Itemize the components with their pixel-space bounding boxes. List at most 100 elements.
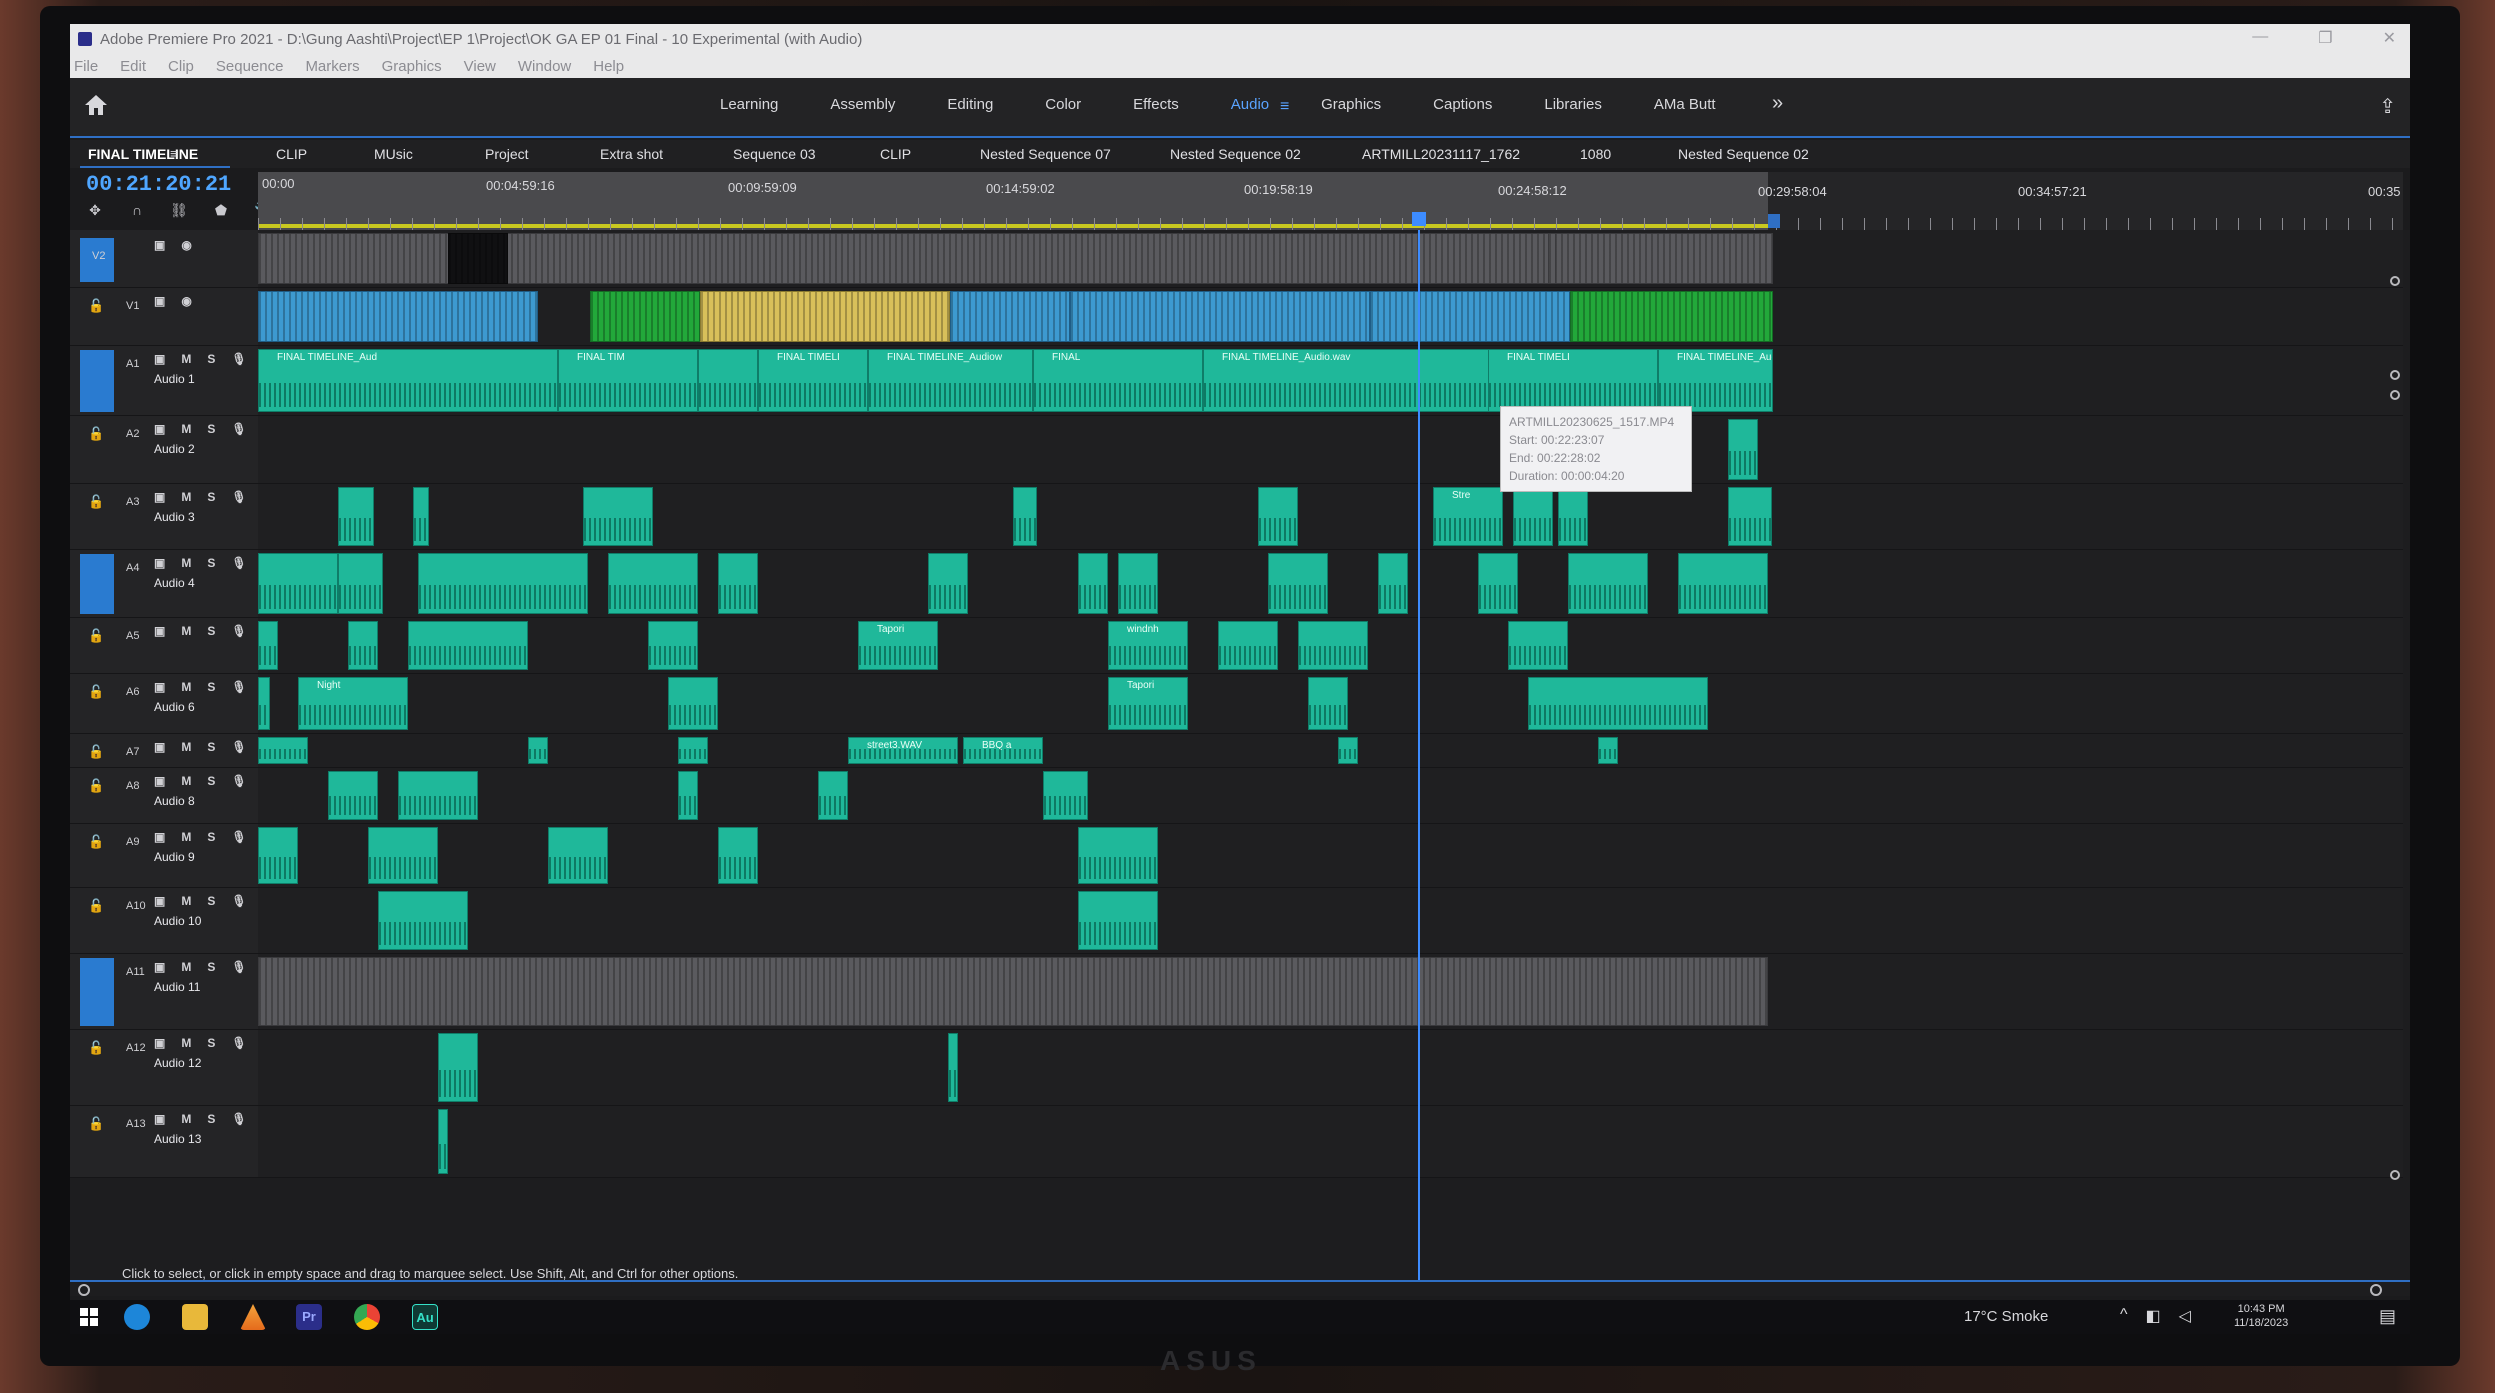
audio-clip[interactable] bbox=[1078, 553, 1108, 614]
add-marker-icon[interactable]: ⬟ bbox=[212, 202, 230, 218]
lock-icon[interactable]: 🔓 bbox=[88, 1116, 104, 1132]
audio-clip[interactable] bbox=[1298, 621, 1368, 670]
audio-clip[interactable] bbox=[1338, 737, 1358, 764]
seq-tab-menu-icon[interactable]: ≡ bbox=[170, 146, 178, 161]
track-lane-a10[interactable] bbox=[258, 888, 2403, 954]
track-header-a11[interactable]: 🔓A11▣MS🎙Audio 11 bbox=[70, 954, 258, 1030]
audio-clip[interactable] bbox=[678, 737, 708, 764]
video-clip[interactable] bbox=[1370, 291, 1570, 342]
video-clip[interactable] bbox=[258, 291, 538, 342]
lock-icon[interactable]: 🔓 bbox=[88, 684, 104, 700]
audio-clip[interactable] bbox=[368, 827, 438, 884]
scroll-knob[interactable] bbox=[2390, 276, 2400, 286]
audio-clip[interactable] bbox=[928, 553, 968, 614]
scroll-knob[interactable] bbox=[2390, 370, 2400, 380]
lock-icon[interactable]: 🔓 bbox=[88, 628, 104, 644]
audio-clip[interactable] bbox=[258, 621, 278, 670]
audio-clip[interactable] bbox=[648, 621, 698, 670]
seq-tab-music[interactable]: MUsic bbox=[374, 146, 413, 162]
toggle-sync-icon[interactable]: ▣ bbox=[154, 556, 165, 570]
track-lane-v2[interactable] bbox=[258, 230, 2403, 288]
microphone-icon[interactable]: 🎙 bbox=[231, 556, 246, 570]
toggle-sync-icon[interactable]: ▣ bbox=[154, 422, 165, 436]
track-lane-a7[interactable]: street3.WAV BBQ a bbox=[258, 734, 2403, 768]
track-lane-a11[interactable] bbox=[258, 954, 2403, 1030]
audio-clip[interactable]: BBQ a bbox=[963, 737, 1043, 764]
track-header-a1[interactable]: 🔓A1▣MS🎙Audio 1 bbox=[70, 346, 258, 416]
audio-clip[interactable]: Tapori bbox=[858, 621, 938, 670]
toggle-sync-icon[interactable]: ▣ bbox=[154, 1112, 165, 1126]
workspace-tab-effects[interactable]: Effects bbox=[1133, 96, 1179, 113]
audio-clip[interactable] bbox=[338, 553, 383, 614]
audio-clip[interactable] bbox=[258, 737, 308, 764]
seq-tab-project[interactable]: Project bbox=[485, 146, 529, 162]
solo-button[interactable]: S bbox=[207, 1112, 215, 1126]
audio-clip[interactable] bbox=[718, 553, 758, 614]
track-lane-v1[interactable] bbox=[258, 288, 2403, 346]
mute-button[interactable]: M bbox=[181, 556, 191, 570]
track-header-v2[interactable]: 🔓 V2 ▣ ◉ bbox=[70, 230, 258, 288]
audio-clip[interactable] bbox=[258, 677, 270, 730]
track-lane-a4[interactable] bbox=[258, 550, 2403, 618]
audio-clip[interactable]: Stre bbox=[1433, 487, 1503, 546]
microphone-icon[interactable]: 🎙 bbox=[231, 740, 246, 754]
mute-button[interactable]: M bbox=[181, 422, 191, 436]
track-header-a3[interactable]: 🔓 A3 ▣ M S 🎙 Audio 3 bbox=[70, 484, 258, 550]
audio-clip[interactable] bbox=[1513, 487, 1553, 546]
menu-clip[interactable]: Clip bbox=[168, 58, 194, 75]
solo-button[interactable]: S bbox=[207, 774, 215, 788]
microphone-icon[interactable]: 🎙 bbox=[231, 624, 246, 638]
menu-graphics[interactable]: Graphics bbox=[382, 58, 442, 75]
audio-clip[interactable] bbox=[1508, 621, 1568, 670]
scroll-knob[interactable] bbox=[2390, 1170, 2400, 1180]
solo-button[interactable]: S bbox=[207, 422, 215, 436]
audio-clip[interactable]: Night bbox=[298, 677, 408, 730]
seq-tab-final-timeline[interactable]: FINAL TIMELINE bbox=[88, 146, 198, 162]
snap-magnet-icon[interactable]: ∩ bbox=[128, 202, 146, 218]
solo-button[interactable]: S bbox=[207, 352, 215, 366]
vlc-icon[interactable] bbox=[240, 1304, 266, 1330]
windows-start-icon[interactable] bbox=[80, 1308, 98, 1326]
menu-file[interactable]: File bbox=[74, 58, 98, 75]
premiere-taskbar-icon[interactable]: Pr bbox=[296, 1304, 322, 1330]
audio-clip[interactable] bbox=[1078, 891, 1158, 950]
track-lane-a5[interactable]: Tapori windnh bbox=[258, 618, 2403, 674]
solo-button[interactable]: S bbox=[207, 1036, 215, 1050]
network-icon[interactable]: ◧ bbox=[2146, 1306, 2161, 1326]
video-clip[interactable] bbox=[448, 233, 508, 284]
audio-clip[interactable] bbox=[718, 827, 758, 884]
track-target[interactable] bbox=[80, 958, 114, 1026]
audio-clip[interactable]: FINAL TIMELINE_Aud bbox=[258, 349, 558, 412]
scroll-knob[interactable] bbox=[2370, 1284, 2382, 1296]
lock-icon[interactable]: 🔓 bbox=[88, 834, 104, 850]
audio-clip[interactable]: Tapori bbox=[1108, 677, 1188, 730]
workspace-tab-assembly[interactable]: Assembly bbox=[830, 96, 895, 113]
seq-tab-nested-sequence-02[interactable]: Nested Sequence 02 bbox=[1170, 146, 1301, 162]
workspace-tab-libraries[interactable]: Libraries bbox=[1544, 96, 1602, 113]
menu-window[interactable]: Window bbox=[518, 58, 571, 75]
more-workspaces-icon[interactable]: » bbox=[1772, 92, 1783, 115]
track-header-a10[interactable]: 🔓 A10 ▣ M S 🎙 Audio 10 bbox=[70, 888, 258, 954]
audio-clip[interactable] bbox=[328, 771, 378, 820]
in-out-marker[interactable] bbox=[1768, 214, 1780, 228]
mute-button[interactable]: M bbox=[181, 960, 191, 974]
track-header-a12[interactable]: 🔓 A12 ▣ M S 🎙 Audio 12 bbox=[70, 1030, 258, 1106]
track-lane-a8[interactable] bbox=[258, 768, 2403, 824]
video-clip[interactable] bbox=[590, 291, 700, 342]
audio-clip[interactable]: FINAL TIMELI bbox=[758, 349, 868, 412]
solo-button[interactable]: S bbox=[207, 490, 215, 504]
audio-clip[interactable] bbox=[418, 553, 588, 614]
video-clip[interactable] bbox=[1548, 233, 1556, 284]
toggle-sync-icon[interactable]: ▣ bbox=[154, 740, 165, 754]
workspace-tab-audio[interactable]: Audio bbox=[1231, 96, 1269, 113]
track-header-a5[interactable]: 🔓 A5 ▣ M S 🎙 bbox=[70, 618, 258, 674]
solo-button[interactable]: S bbox=[207, 740, 215, 754]
toggle-sync-icon[interactable]: ▣ bbox=[154, 894, 165, 908]
track-lane-a9[interactable] bbox=[258, 824, 2403, 888]
playhead-line[interactable] bbox=[1418, 230, 1420, 1280]
audio-clip[interactable] bbox=[1528, 677, 1708, 730]
audio-clip[interactable] bbox=[1078, 827, 1158, 884]
mute-button[interactable]: M bbox=[181, 1036, 191, 1050]
track-lane-a3[interactable]: Stre bbox=[258, 484, 2403, 550]
audio-clip[interactable] bbox=[548, 827, 608, 884]
